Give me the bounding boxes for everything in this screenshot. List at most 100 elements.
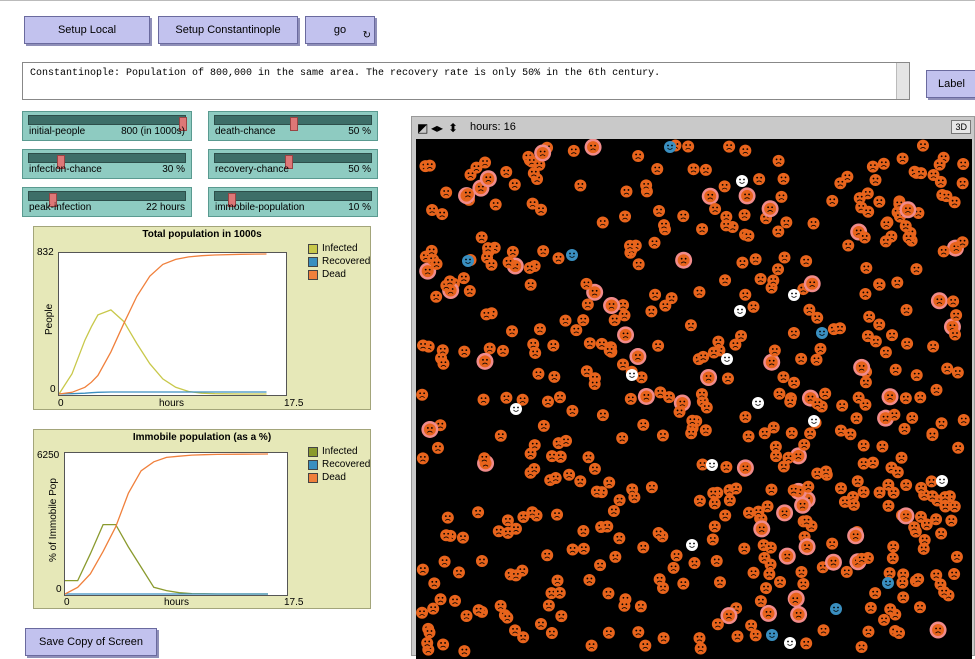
agent-face bbox=[873, 318, 886, 331]
3d-button[interactable]: 3D bbox=[951, 120, 971, 134]
agent-face bbox=[549, 471, 562, 484]
agent-face bbox=[423, 626, 436, 639]
agent-face bbox=[602, 587, 615, 600]
agent-face bbox=[436, 344, 449, 357]
agent-face bbox=[879, 235, 892, 248]
slider-track[interactable] bbox=[28, 115, 187, 131]
agent-face bbox=[483, 342, 496, 355]
slider-track[interactable] bbox=[28, 191, 186, 207]
agent-face bbox=[583, 337, 596, 350]
agent-face bbox=[796, 499, 809, 512]
agent-face bbox=[898, 422, 911, 435]
agent-face bbox=[463, 285, 476, 298]
world-canvas[interactable] bbox=[416, 139, 972, 659]
agent-face bbox=[416, 452, 429, 465]
plot-svg bbox=[64, 453, 269, 595]
info-note[interactable]: Constantinople: Population of 800,000 in… bbox=[22, 62, 910, 100]
agent-face bbox=[859, 287, 872, 300]
agent-face bbox=[529, 346, 542, 359]
agent-face bbox=[472, 506, 485, 519]
agent-face bbox=[652, 339, 665, 352]
slider-peak-infection[interactable]: peak-infection 22 hours bbox=[22, 187, 192, 217]
agent-face bbox=[478, 452, 491, 465]
move-icon[interactable]: ◩ bbox=[417, 121, 428, 135]
agent-face bbox=[688, 557, 701, 570]
agent-face bbox=[686, 414, 699, 427]
agent-face bbox=[804, 427, 817, 440]
agent-face bbox=[844, 428, 857, 441]
go-button[interactable]: go ↻ bbox=[305, 16, 375, 44]
slider-track[interactable] bbox=[214, 191, 372, 207]
agent-face bbox=[685, 427, 698, 440]
plot-total-population: Total population in 1000s 832 0 People 0… bbox=[33, 226, 371, 410]
agent-face bbox=[864, 601, 877, 614]
agent-face bbox=[768, 344, 781, 357]
plot-title: Immobile population (as a %) bbox=[132, 432, 272, 443]
top-divider bbox=[0, 0, 975, 1]
agent-face bbox=[577, 314, 590, 327]
slider-track[interactable] bbox=[214, 115, 372, 131]
agent-face bbox=[677, 210, 690, 223]
slider-knob[interactable] bbox=[290, 117, 298, 131]
agent-face bbox=[645, 305, 658, 318]
resize-horizontal-icon[interactable]: ◂▸ bbox=[431, 121, 443, 135]
agent-face bbox=[873, 195, 886, 208]
agent-face bbox=[423, 423, 436, 436]
agent-face bbox=[613, 494, 626, 507]
agent-face bbox=[616, 432, 629, 445]
agent-face bbox=[541, 549, 554, 562]
agent-face bbox=[657, 582, 670, 595]
label-button[interactable]: Label bbox=[926, 70, 975, 98]
agent-face bbox=[567, 144, 580, 157]
agent-face bbox=[548, 370, 561, 383]
agent-face bbox=[738, 208, 751, 221]
slider-recovery-chance[interactable]: recovery-chance 50 % bbox=[208, 149, 378, 179]
series-line-infected bbox=[65, 523, 268, 595]
agent-face bbox=[760, 582, 773, 595]
resize-vertical-icon[interactable]: ⬍ bbox=[448, 121, 458, 135]
x-axis-label: hours bbox=[159, 398, 185, 409]
agent-face bbox=[640, 179, 653, 192]
save-copy-button[interactable]: Save Copy of Screen bbox=[25, 628, 157, 656]
agent-face bbox=[588, 462, 601, 475]
slider-death-chance[interactable]: death-chance 50 % bbox=[208, 111, 378, 141]
agent-face bbox=[811, 397, 824, 410]
agent-face bbox=[781, 550, 794, 563]
agent-face bbox=[917, 542, 930, 555]
agent-face bbox=[440, 529, 453, 542]
legend-swatch bbox=[308, 243, 318, 254]
agent-face bbox=[452, 566, 465, 579]
agent-face bbox=[632, 258, 645, 271]
setup-local-button[interactable]: Setup Local bbox=[24, 16, 150, 44]
agent-face bbox=[601, 520, 614, 533]
agent-face bbox=[709, 202, 722, 215]
agent-face bbox=[764, 541, 777, 554]
slider-track[interactable] bbox=[214, 153, 372, 169]
agent-face bbox=[792, 449, 805, 462]
slider-track[interactable] bbox=[28, 153, 186, 169]
agent-face bbox=[545, 627, 558, 640]
slider-initial-people[interactable]: initial-people 800 (in 1000s) bbox=[22, 111, 192, 141]
slider-infection-chance[interactable]: infection-chance 30 % bbox=[22, 149, 192, 179]
agent-face bbox=[876, 440, 889, 453]
agent-face bbox=[772, 225, 785, 238]
agent-face bbox=[866, 160, 879, 173]
agent-face bbox=[787, 484, 800, 497]
agent-face bbox=[580, 365, 593, 378]
agent-face bbox=[738, 542, 751, 555]
agent-face bbox=[739, 288, 752, 301]
agent-face bbox=[855, 552, 868, 565]
agent-face bbox=[901, 203, 914, 216]
agent-face bbox=[933, 158, 946, 171]
agent-face bbox=[764, 202, 777, 215]
note-scrollbar[interactable] bbox=[896, 63, 909, 99]
agent-face bbox=[704, 190, 717, 203]
setup-constantinople-button[interactable]: Setup Constantinople bbox=[158, 16, 298, 44]
agent-face bbox=[684, 319, 697, 332]
agent-face bbox=[416, 388, 429, 401]
y-axis-label: People bbox=[44, 303, 55, 335]
agent-face bbox=[551, 574, 564, 587]
x-axis-label: hours bbox=[164, 597, 190, 608]
agent-face bbox=[777, 371, 790, 384]
slider-immobile-population[interactable]: immobile-population 10 % bbox=[208, 187, 378, 217]
